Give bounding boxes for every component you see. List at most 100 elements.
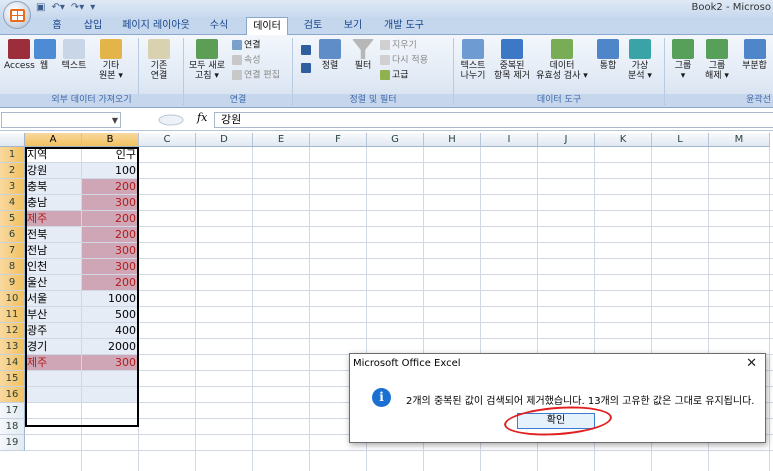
cell-b12[interactable]: 400: [82, 323, 138, 338]
consolidate-button[interactable]: 통합: [594, 39, 622, 71]
column-header-c[interactable]: C: [139, 133, 196, 147]
text-import-button[interactable]: 텍스트: [58, 39, 90, 71]
column-header-k[interactable]: K: [595, 133, 652, 147]
tab-view[interactable]: 보기: [336, 17, 370, 35]
cell-b14[interactable]: 300: [82, 355, 138, 370]
tab-page-layout[interactable]: 페이지 레이아웃: [114, 17, 198, 35]
cell-a12[interactable]: 광주: [25, 323, 81, 338]
row-header-6[interactable]: 6: [0, 227, 25, 243]
cell-a3[interactable]: 충북: [25, 179, 81, 194]
group-button[interactable]: 그룹 ▾: [670, 39, 696, 81]
cell-a10[interactable]: 서울: [25, 291, 81, 306]
row-header-15[interactable]: 15: [0, 371, 25, 387]
tab-home[interactable]: 홈: [42, 17, 72, 35]
column-header-g[interactable]: G: [367, 133, 424, 147]
access-button[interactable]: Access: [4, 39, 35, 71]
close-icon[interactable]: ✕: [746, 356, 757, 371]
row-header-19[interactable]: 19: [0, 435, 25, 451]
sort-asc-button[interactable]: [300, 45, 314, 56]
row-header-11[interactable]: 11: [0, 307, 25, 323]
row-header-1[interactable]: 1: [0, 147, 25, 163]
name-box[interactable]: ▼: [1, 112, 121, 128]
cell-b9[interactable]: 200: [82, 275, 138, 290]
save-icon[interactable]: ▣: [36, 2, 45, 13]
cell-b16[interactable]: [82, 387, 138, 402]
cell-b13[interactable]: 2000: [82, 339, 138, 354]
formula-input[interactable]: 강원: [214, 112, 773, 128]
remove-duplicates-button[interactable]: 중복된 항목 제거: [490, 39, 534, 81]
column-header-h[interactable]: H: [424, 133, 481, 147]
tab-formulas[interactable]: 수식: [202, 17, 236, 35]
row-header-9[interactable]: 9: [0, 275, 25, 291]
ok-button[interactable]: 확인: [517, 413, 595, 429]
cell-b10[interactable]: 1000: [82, 291, 138, 306]
tab-review[interactable]: 검토: [296, 17, 330, 35]
data-validation-button[interactable]: 데이터 유효성 검사 ▾: [536, 39, 588, 81]
cell-b3[interactable]: 200: [82, 179, 138, 194]
tab-insert[interactable]: 삽입: [76, 17, 110, 35]
what-if-analysis-button[interactable]: 가상 분석 ▾: [624, 39, 656, 81]
row-header-12[interactable]: 12: [0, 323, 25, 339]
cell-b8[interactable]: 300: [82, 259, 138, 274]
cell-a15[interactable]: [25, 371, 81, 386]
clear-filter-button[interactable]: 지우기: [380, 40, 417, 51]
row-header-17[interactable]: 17: [0, 403, 25, 419]
chevron-down-icon[interactable]: ▼: [112, 116, 118, 125]
cell-a2[interactable]: 강원: [25, 163, 81, 178]
row-header-16[interactable]: 16: [0, 387, 25, 403]
filter-button[interactable]: 필터: [350, 39, 376, 71]
sort-button[interactable]: 정렬: [316, 39, 344, 71]
column-header-e[interactable]: E: [253, 133, 310, 147]
column-header-m[interactable]: M: [709, 133, 770, 147]
refresh-all-button[interactable]: 모두 새로 고침 ▾: [186, 39, 228, 81]
column-header-d[interactable]: D: [196, 133, 253, 147]
other-sources-button[interactable]: 기타 원본 ▾: [94, 39, 128, 81]
office-button[interactable]: [3, 1, 31, 29]
cell-b1[interactable]: 인구: [82, 147, 138, 162]
cell-a7[interactable]: 전남: [25, 243, 81, 258]
column-header-l[interactable]: L: [652, 133, 709, 147]
cell-a8[interactable]: 인천: [25, 259, 81, 274]
cell-a11[interactable]: 부산: [25, 307, 81, 322]
undo-icon[interactable]: ↶▾: [51, 2, 64, 13]
subtotal-button[interactable]: 부분합: [736, 39, 773, 71]
row-header-7[interactable]: 7: [0, 243, 25, 259]
cell-a1[interactable]: 지역: [25, 147, 81, 162]
cell-b11[interactable]: 500: [82, 307, 138, 322]
row-header-10[interactable]: 10: [0, 291, 25, 307]
cell-a13[interactable]: 경기: [25, 339, 81, 354]
edit-links-button[interactable]: 연결 편집: [232, 70, 280, 81]
row-header-5[interactable]: 5: [0, 211, 25, 227]
tab-data[interactable]: 데이터: [246, 17, 288, 36]
cell-b15[interactable]: [82, 371, 138, 386]
select-all-corner[interactable]: [0, 133, 25, 147]
column-header-f[interactable]: F: [310, 133, 367, 147]
existing-connections-button[interactable]: 기존 연결: [144, 39, 174, 81]
web-button[interactable]: 웹: [34, 39, 56, 71]
row-header-2[interactable]: 2: [0, 163, 25, 179]
cell-b7[interactable]: 300: [82, 243, 138, 258]
tab-developer[interactable]: 개발 도구: [376, 17, 432, 35]
reapply-button[interactable]: 다시 적용: [380, 55, 428, 66]
column-header-a[interactable]: A: [25, 133, 82, 147]
ungroup-button[interactable]: 그룹 해제 ▾: [702, 39, 732, 81]
row-header-3[interactable]: 3: [0, 179, 25, 195]
row-header-18[interactable]: 18: [0, 419, 25, 435]
cell-a16[interactable]: [25, 387, 81, 402]
customize-qat-icon[interactable]: ▾: [90, 2, 95, 13]
column-header-j[interactable]: J: [538, 133, 595, 147]
row-header-8[interactable]: 8: [0, 259, 25, 275]
column-header-b[interactable]: B: [82, 133, 139, 147]
cell-a6[interactable]: 전북: [25, 227, 81, 242]
cell-b4[interactable]: 300: [82, 195, 138, 210]
cell-b6[interactable]: 200: [82, 227, 138, 242]
column-header-i[interactable]: I: [481, 133, 538, 147]
properties-button[interactable]: 속성: [232, 55, 261, 66]
sort-desc-button[interactable]: [300, 63, 314, 74]
connections-button[interactable]: 연결: [232, 40, 261, 51]
advanced-filter-button[interactable]: 고급: [380, 70, 409, 81]
row-header-13[interactable]: 13: [0, 339, 25, 355]
cell-b5[interactable]: 200: [82, 211, 138, 226]
row-header-4[interactable]: 4: [0, 195, 25, 211]
row-header-14[interactable]: 14: [0, 355, 25, 371]
